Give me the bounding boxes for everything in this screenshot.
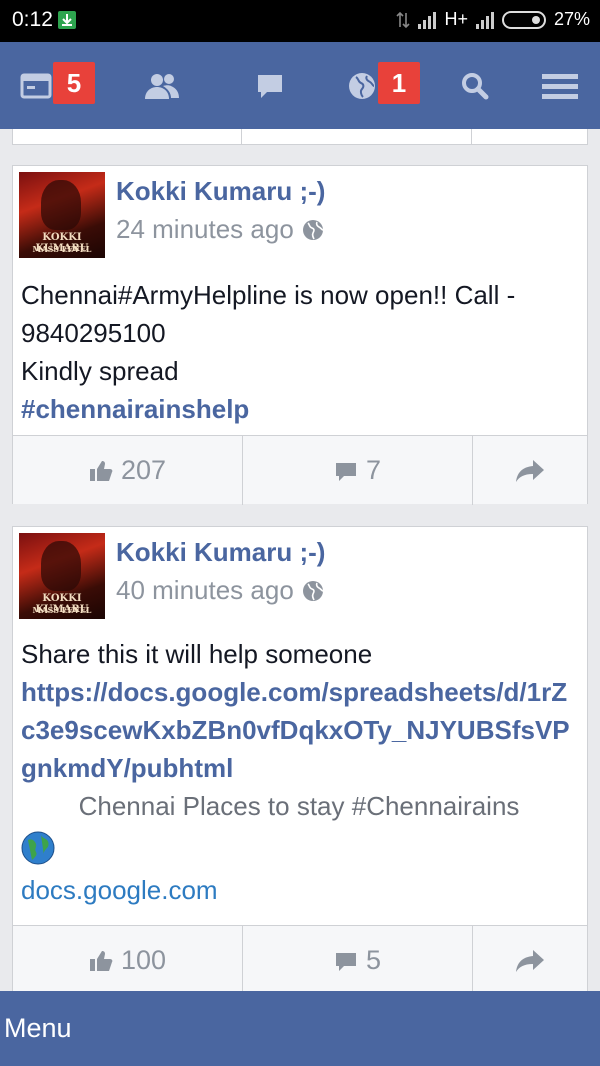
hamburger-icon bbox=[542, 73, 578, 99]
friend-requests-tab[interactable] bbox=[112, 42, 212, 129]
post-time-text: 40 minutes ago bbox=[116, 575, 294, 605]
news-feed-icon bbox=[20, 73, 52, 98]
battery-percent: 27% bbox=[553, 9, 590, 29]
share-button[interactable] bbox=[472, 926, 587, 995]
data-transfer-icon bbox=[396, 11, 411, 28]
top-navbar: 5 1 bbox=[0, 42, 600, 129]
globe-icon bbox=[349, 72, 375, 99]
chat-icon bbox=[258, 74, 282, 98]
avatar[interactable]: KOKKI KUMARU MASS LEVEL bbox=[19, 172, 105, 258]
post-actions: 207 7 bbox=[13, 435, 587, 505]
comment-icon bbox=[335, 462, 356, 481]
like-button[interactable]: 207 bbox=[13, 436, 242, 505]
hashtag-link[interactable]: #chennairainshelp bbox=[21, 390, 515, 428]
post-text-line: 9840295100 bbox=[21, 318, 166, 348]
avatar-subtext: MASS LEVEL bbox=[32, 605, 92, 615]
earth-icon bbox=[21, 831, 55, 865]
news-feed-tab[interactable]: 5 bbox=[0, 42, 100, 129]
author-name[interactable]: Kokki Kumaru ;-) bbox=[116, 537, 325, 568]
share-icon bbox=[516, 459, 544, 482]
comment-button[interactable]: 7 bbox=[242, 436, 472, 505]
signal-icon bbox=[418, 11, 437, 29]
more-menu-button[interactable] bbox=[510, 42, 600, 129]
comment-button[interactable]: 5 bbox=[242, 926, 472, 995]
post-body: Share this it will help someone https://… bbox=[21, 635, 577, 909]
link-preview-title[interactable]: Chennai Places to stay #Chennairains bbox=[21, 787, 577, 825]
author-name[interactable]: Kokki Kumaru ;-) bbox=[116, 176, 325, 207]
link-preview-domain[interactable]: docs.google.com bbox=[21, 871, 577, 909]
thumbs-up-icon bbox=[89, 460, 113, 481]
post-text-line: Kindly spread bbox=[21, 356, 179, 386]
post-card: KOKKI KUMARU MASS LEVEL Kokki Kumaru ;-)… bbox=[12, 165, 588, 505]
share-button[interactable] bbox=[472, 436, 587, 505]
status-bar: 0:12 H+ 27% bbox=[0, 0, 600, 42]
menu-label[interactable]: Menu bbox=[4, 1013, 72, 1044]
public-globe-icon bbox=[302, 580, 323, 601]
status-time: 0:12 bbox=[12, 8, 53, 31]
news-feed-badge: 5 bbox=[53, 62, 95, 104]
post-body: Chennai#ArmyHelpline is now open!! Call … bbox=[21, 276, 515, 428]
comment-icon bbox=[335, 952, 356, 971]
post-time[interactable]: 24 minutes ago bbox=[116, 214, 324, 245]
post-text-line: Chennai#ArmyHelpline is now open!! Call … bbox=[21, 280, 516, 310]
post-time[interactable]: 40 minutes ago bbox=[116, 575, 324, 606]
comment-count: 5 bbox=[365, 945, 382, 975]
messages-tab[interactable] bbox=[220, 42, 320, 129]
bottom-menu-bar[interactable]: Menu bbox=[0, 991, 600, 1066]
post-time-text: 24 minutes ago bbox=[116, 214, 294, 244]
notifications-tab[interactable]: 1 bbox=[312, 42, 420, 129]
comment-count: 7 bbox=[365, 455, 382, 485]
download-icon bbox=[58, 11, 76, 29]
like-button[interactable]: 100 bbox=[13, 926, 242, 995]
thumbs-up-icon bbox=[89, 950, 113, 971]
network-type: H+ bbox=[444, 9, 468, 29]
search-icon bbox=[462, 72, 489, 99]
battery-icon bbox=[501, 10, 546, 29]
post-text: Share this it will help someone bbox=[21, 639, 373, 669]
signal-icon-2 bbox=[475, 11, 494, 29]
like-count: 207 bbox=[120, 455, 167, 485]
share-icon bbox=[516, 949, 544, 972]
avatar[interactable]: KOKKI KUMARU MASS LEVEL bbox=[19, 533, 105, 619]
previous-post-actions bbox=[12, 129, 588, 145]
spreadsheet-link[interactable]: https://docs.google.com/spreadsheets/d/1… bbox=[21, 673, 577, 787]
like-count: 100 bbox=[120, 945, 167, 975]
friends-icon bbox=[145, 73, 179, 99]
post-actions: 100 5 bbox=[13, 925, 587, 995]
post-card: KOKKI KUMARU MASS LEVEL Kokki Kumaru ;-)… bbox=[12, 526, 588, 1006]
notifications-badge: 1 bbox=[378, 62, 420, 104]
public-globe-icon bbox=[302, 219, 323, 240]
avatar-subtext: MASS LEVEL bbox=[32, 244, 92, 254]
link-preview-icon bbox=[21, 825, 577, 871]
